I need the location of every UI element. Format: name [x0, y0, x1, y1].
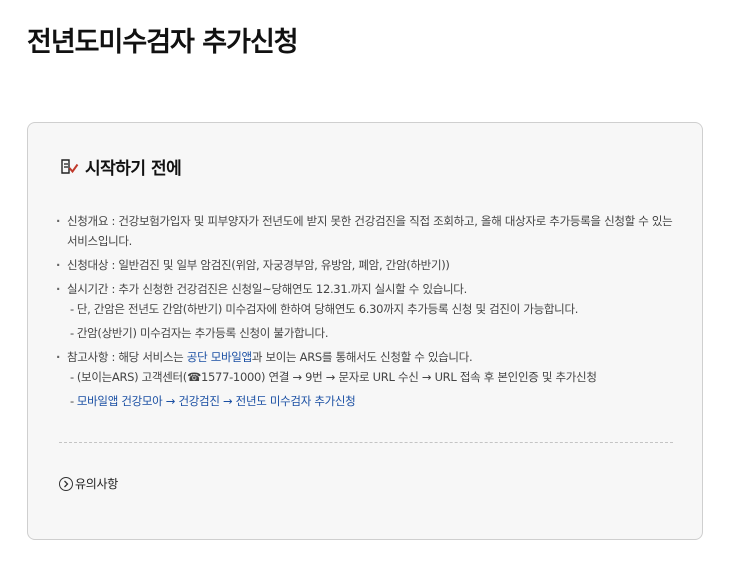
- list-item-overview: 신청개요 : 건강보험가입자 및 피부양자가 전년도에 받지 못한 건강검진을 …: [54, 211, 682, 251]
- overview-text: 신청개요 : 건강보험가입자 및 피부양자가 전년도에 받지 못한 건강검진을 …: [67, 214, 673, 248]
- reference-sub-1-text: (보이는ARS) 고객센터(☎1577-1000) 연결 → 9번 → 문자로 …: [76, 370, 597, 384]
- dash: -: [70, 370, 74, 384]
- target-text: 신청대상 : 일반검진 및 일부 암검진(위암, 자궁경부암, 유방암, 폐암,…: [67, 258, 450, 272]
- list-item-target: 신청대상 : 일반검진 및 일부 암검진(위암, 자궁경부암, 유방암, 폐암,…: [54, 255, 682, 275]
- checklist-icon: [59, 157, 79, 177]
- period-sub-1-text: 단, 간암은 전년도 간암(하반기) 미수검자에 한하여 당해연도 6.30까지…: [76, 302, 579, 316]
- period-sub-1: - 단, 간암은 전년도 간암(하반기) 미수검자에 한하여 당해연도 6.30까…: [67, 299, 682, 319]
- chevron-right-circle-icon: [59, 476, 73, 491]
- reference-suffix: 과 보이는 ARS를 통해서도 신청할 수 있습니다.: [251, 350, 473, 364]
- mobile-app-path-link[interactable]: 모바일앱 건강모아 → 건강검진 → 전년도 미수검자 추가신청: [77, 394, 356, 408]
- dash: -: [70, 394, 74, 408]
- notes-toggle[interactable]: 유의사항: [59, 475, 118, 492]
- notes-label: 유의사항: [75, 477, 118, 491]
- dash: -: [70, 302, 74, 316]
- page-title: 전년도미수검자 추가신청: [27, 27, 299, 58]
- list-item-period: 실시기간 : 추가 신청한 건강검진은 신청일~당해연도 12.31.까지 실시…: [54, 279, 682, 343]
- dashed-divider: [59, 442, 673, 443]
- reference-sub-1: - (보이는ARS) 고객센터(☎1577-1000) 연결 → 9번 → 문자로…: [67, 367, 682, 387]
- list-item-reference: 참고사항 : 해당 서비스는 공단 모바일앱과 보이는 ARS를 통해서도 신청…: [54, 347, 682, 411]
- page: 전년도미수검자 추가신청 시작하기 전에 신청개요 : 건강보험가입자 및 피부…: [0, 0, 731, 567]
- info-list: 신청개요 : 건강보험가입자 및 피부양자가 전년도에 받지 못한 건강검진을 …: [54, 211, 682, 415]
- info-panel: 시작하기 전에 신청개요 : 건강보험가입자 및 피부양자가 전년도에 받지 못…: [27, 122, 703, 540]
- reference-sub-2: - 모바일앱 건강모아 → 건강검진 → 전년도 미수검자 추가신청: [67, 391, 682, 411]
- reference-prefix: 참고사항 : 해당 서비스는: [67, 350, 187, 364]
- period-text: 실시기간 : 추가 신청한 건강검진은 신청일~당해연도 12.31.까지 실시…: [67, 282, 467, 296]
- section-header: 시작하기 전에: [59, 154, 182, 179]
- period-sub-2-text: 간암(상반기) 미수검자는 추가등록 신청이 불가합니다.: [76, 326, 329, 340]
- section-title: 시작하기 전에: [85, 159, 182, 179]
- dash: -: [70, 326, 74, 340]
- mobile-app-link[interactable]: 공단 모바일앱: [187, 350, 252, 364]
- period-sub-2: - 간암(상반기) 미수검자는 추가등록 신청이 불가합니다.: [67, 323, 682, 343]
